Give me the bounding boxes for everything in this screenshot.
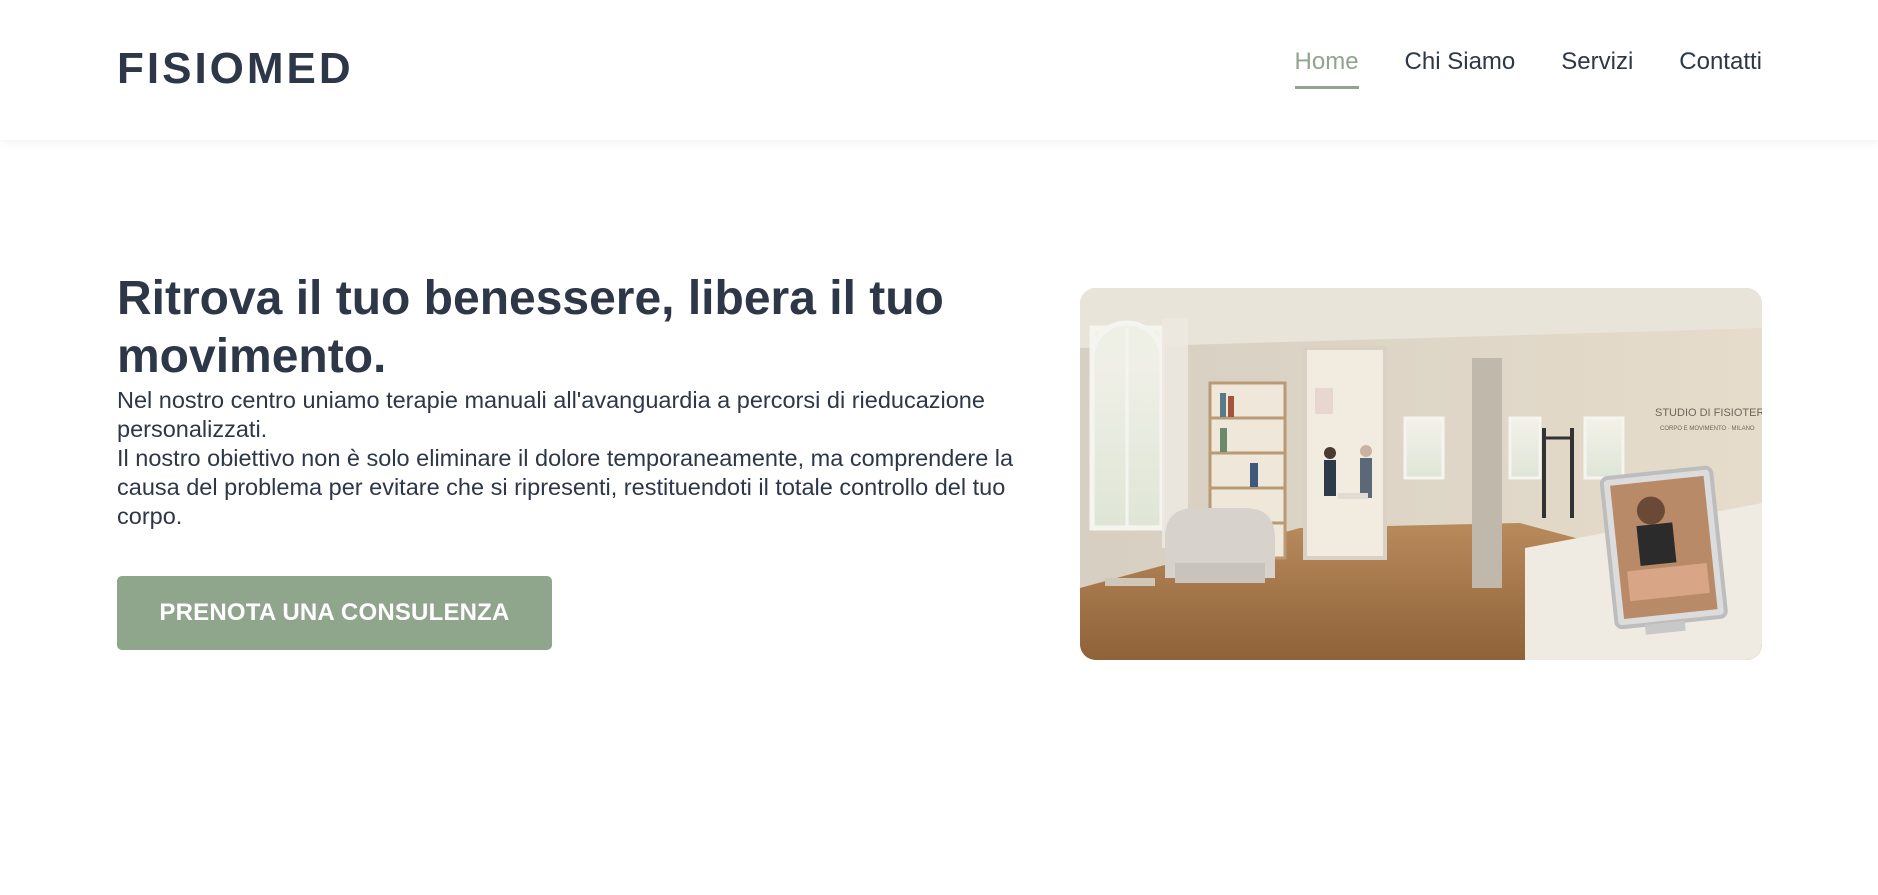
clinic-interior-photo: STUDIO DI FISIOTERAPIA CORPO E MOVIMENTO…: [1080, 288, 1762, 660]
site-logo[interactable]: FISIOMED: [117, 44, 354, 94]
hero-title: Ritrova il tuo benessere, libera il tuo …: [117, 272, 944, 383]
nav-item-servizi[interactable]: Servizi: [1561, 48, 1633, 89]
nav-item-home[interactable]: Home: [1294, 48, 1359, 89]
hero-paragraph-2: Il nostro obiettivo non è solo eliminare…: [117, 445, 1014, 529]
hero-paragraph-1: Nel nostro centro uniamo terapie manuali…: [117, 387, 985, 442]
site-header: FISIOMED Home Chi Siamo Servizi Contatti: [0, 0, 1878, 140]
nav-item-chi-siamo[interactable]: Chi Siamo: [1405, 48, 1516, 89]
hero-description: Nel nostro centro uniamo terapie manuali…: [117, 386, 1032, 531]
nav-item-contatti[interactable]: Contatti: [1679, 48, 1762, 89]
wall-sign-text: STUDIO DI FISIOTERAPIA: [1655, 407, 1762, 419]
main-nav: Home Chi Siamo Servizi Contatti: [1294, 48, 1762, 89]
book-consultation-button[interactable]: PRENOTA UNA CONSULENZA: [117, 576, 552, 650]
wall-sign-subtext: CORPO E MOVIMENTO · MILANO: [1660, 426, 1755, 432]
